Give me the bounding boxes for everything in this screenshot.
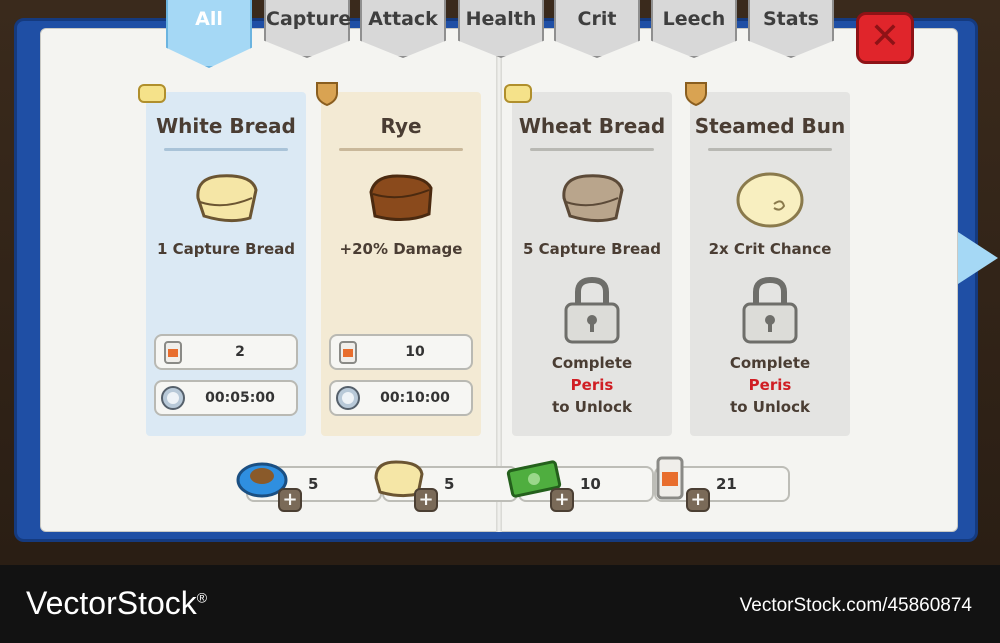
resource-blue-bread: + 5 [236,462,382,512]
resource-count: 10 [580,475,601,493]
bread-card-rye[interactable]: Rye +20% Damage 10 00:10:00 [316,82,481,436]
card-title: Wheat Bread [518,114,666,138]
resource-count: 5 [444,475,455,493]
white-bread-icon [196,174,258,223]
card-effect: 1 Capture Bread [156,240,296,258]
title-divider [708,148,832,151]
clock-icon [161,386,185,410]
cost-box: 2 [154,334,298,370]
time-value: 00:05:00 [205,390,275,406]
watermark-registered-mark: ® [196,589,208,606]
steamed-bun-icon [736,172,804,228]
unlock-line: Complete [551,354,633,372]
rye-bread-icon [369,174,433,221]
unlock-line: to Unlock [552,398,632,416]
card-effect: +20% Damage [339,240,463,258]
resource-flour-bag: + 21 [654,456,790,512]
watermark-footer: VectorStock® VectorStock.com/45860874 [0,565,1000,643]
bread-card-white-bread[interactable]: White Bread 1 Capture Bread 2 00:05:00 [138,84,306,436]
bread-card-wheat-bread[interactable]: Wheat Bread 5 Capture Bread Complete Per… [504,84,672,436]
resource-white-bread: + 5 [374,460,518,512]
cost-box: 10 [329,334,473,370]
card-effect: 2x Crit Chance [708,240,832,258]
title-divider [164,148,288,151]
resource-count: 5 [308,475,319,493]
shield-badge-icon [685,82,707,106]
flour-bag-icon [164,341,182,364]
watermark-brand-text: VectorStock [26,585,197,621]
add-resource-button[interactable]: + [686,488,710,512]
cost-value: 10 [405,344,425,360]
lock-icon [564,276,620,344]
unlock-requirement: Complete Peris to Unlock [512,352,672,418]
bread-badge-icon [138,84,166,103]
time-box: 00:10:00 [329,380,473,416]
close-button[interactable]: ✕ [856,12,914,64]
close-icon: ✕ [869,16,901,57]
flour-bag-icon [339,341,357,364]
card-title: Steamed Bun [694,114,846,138]
unlock-line: Complete [729,354,811,372]
add-resource-button[interactable]: + [414,488,438,512]
card-title: White Bread [156,114,296,138]
title-divider [530,148,654,151]
title-divider [339,148,463,151]
bread-badge-icon [504,84,532,103]
unlock-target: Peris [748,376,792,394]
time-box: 00:05:00 [154,380,298,416]
shield-badge-icon [316,82,338,106]
wheat-bread-icon [562,174,624,223]
bread-card-steamed-bun[interactable]: Steamed Bun 2x Crit Chance Complete Peri… [685,82,850,436]
resource-count: 21 [716,475,737,493]
resource-cash: + 10 [506,460,654,512]
watermark-id: VectorStock.com/45860874 [739,595,972,616]
unlock-requirement: Complete Peris to Unlock [690,352,850,418]
cost-value: 2 [235,344,245,360]
watermark-brand: VectorStock® [26,585,207,622]
add-resource-button[interactable]: + [278,488,302,512]
unlock-line: to Unlock [730,398,810,416]
card-effect: 5 Capture Bread [522,240,662,258]
unlock-target: Peris [570,376,614,394]
add-resource-button[interactable]: + [550,488,574,512]
time-value: 00:10:00 [380,390,450,406]
card-title: Rye [380,114,422,138]
lock-icon [742,276,798,344]
clock-icon [336,386,360,410]
